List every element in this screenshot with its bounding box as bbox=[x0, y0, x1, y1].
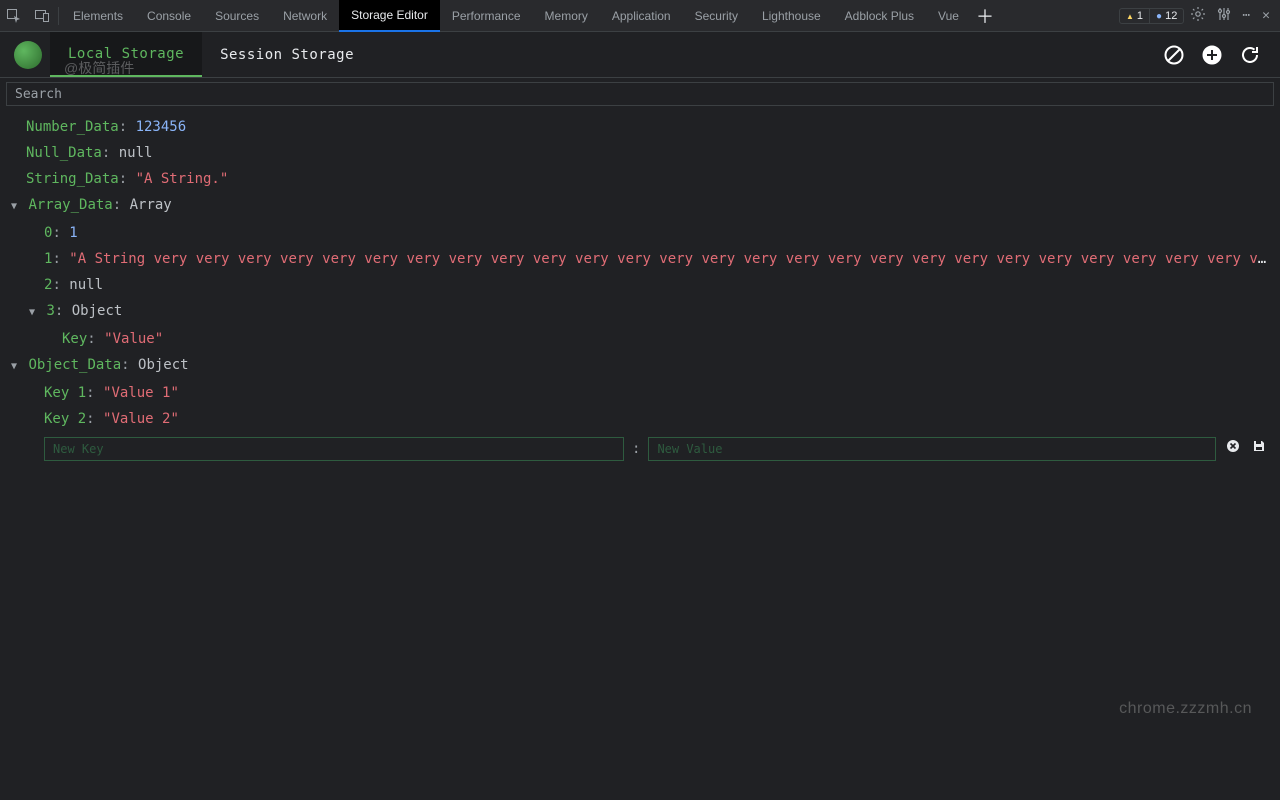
info-icon bbox=[1156, 10, 1162, 22]
array-item[interactable]: 0: 1 bbox=[0, 220, 1280, 246]
devtools-tab-elements[interactable]: Elements bbox=[61, 0, 135, 32]
customize-icon[interactable] bbox=[1216, 6, 1232, 26]
storage-editor-bar: Local StorageSession Storage bbox=[0, 32, 1280, 78]
issue-badges[interactable]: 1 12 bbox=[1119, 8, 1184, 24]
settings-icon[interactable] bbox=[1190, 6, 1206, 26]
devtools-tab-application[interactable]: Application bbox=[600, 0, 683, 32]
entry-string-data[interactable]: String_Data: "A String." bbox=[0, 166, 1280, 192]
footer-watermark: chrome.zzzmh.cn bbox=[1119, 700, 1252, 718]
entry-number-data[interactable]: Number_Data: 123456 bbox=[0, 114, 1280, 140]
error-count: 12 bbox=[1165, 10, 1177, 22]
separator: : bbox=[632, 436, 640, 462]
devtools-tab-memory[interactable]: Memory bbox=[533, 0, 600, 32]
device-toggle-icon[interactable] bbox=[28, 0, 56, 32]
new-key-input[interactable] bbox=[44, 437, 624, 461]
devtools-tab-lighthouse[interactable]: Lighthouse bbox=[750, 0, 833, 32]
entry-null-data[interactable]: Null_Data: null bbox=[0, 140, 1280, 166]
divider bbox=[58, 7, 59, 25]
devtools-top-bar: ElementsConsoleSourcesNetworkStorage Edi… bbox=[0, 0, 1280, 32]
inspect-icon[interactable] bbox=[0, 0, 28, 32]
devtools-tab-sources[interactable]: Sources bbox=[203, 0, 271, 32]
devtools-tab-performance[interactable]: Performance bbox=[440, 0, 533, 32]
refresh-icon[interactable] bbox=[1238, 43, 1262, 67]
devtools-tab-vue[interactable]: Vue bbox=[926, 0, 971, 32]
array-item[interactable]: 1: "A String very very very very very ve… bbox=[0, 246, 1280, 272]
devtools-tab-network[interactable]: Network bbox=[271, 0, 339, 32]
cancel-icon[interactable] bbox=[1224, 436, 1242, 462]
devtools-tab-storage-editor[interactable]: Storage Editor bbox=[339, 0, 440, 32]
object-property[interactable]: Key: "Value" bbox=[0, 326, 1280, 352]
entry-array-data[interactable]: ▼ Array_Data: Array bbox=[0, 192, 1280, 220]
warning-count: 1 bbox=[1137, 10, 1143, 22]
subtab-local-storage[interactable]: Local Storage bbox=[50, 32, 202, 77]
array-item-object[interactable]: ▼ 3: Object bbox=[0, 298, 1280, 326]
clear-icon[interactable] bbox=[1162, 43, 1186, 67]
warning-icon bbox=[1126, 10, 1134, 22]
leaf-icon bbox=[14, 41, 42, 69]
storage-tree: Number_Data: 123456 Null_Data: null Stri… bbox=[0, 110, 1280, 462]
array-item[interactable]: 2: null bbox=[0, 272, 1280, 298]
close-icon[interactable]: ✕ bbox=[1262, 8, 1270, 23]
entry-object-data[interactable]: ▼ Object_Data: Object bbox=[0, 352, 1280, 380]
chevron-down-icon[interactable]: ▼ bbox=[8, 354, 20, 380]
devtools-tab-adblock-plus[interactable]: Adblock Plus bbox=[833, 0, 926, 32]
devtools-tab-security[interactable]: Security bbox=[683, 0, 750, 32]
chevron-down-icon[interactable]: ▼ bbox=[8, 194, 20, 220]
subtab-session-storage[interactable]: Session Storage bbox=[202, 32, 372, 77]
search-row bbox=[0, 78, 1280, 110]
devtools-tab-console[interactable]: Console bbox=[135, 0, 203, 32]
save-icon[interactable] bbox=[1250, 436, 1268, 462]
add-icon[interactable] bbox=[1200, 43, 1224, 67]
new-value-input[interactable] bbox=[648, 437, 1216, 461]
object-property[interactable]: Key 2: "Value 2" bbox=[0, 406, 1280, 432]
more-icon[interactable]: ⋯ bbox=[1242, 8, 1252, 23]
object-property[interactable]: Key 1: "Value 1" bbox=[0, 380, 1280, 406]
devtools-tabs: ElementsConsoleSourcesNetworkStorage Edi… bbox=[61, 0, 971, 32]
search-input[interactable] bbox=[6, 82, 1274, 106]
new-entry-row: : bbox=[0, 432, 1280, 462]
add-tab-icon[interactable]: ＋ bbox=[971, 0, 999, 32]
chevron-down-icon[interactable]: ▼ bbox=[26, 300, 38, 326]
storage-subtabs: Local StorageSession Storage bbox=[50, 32, 372, 77]
